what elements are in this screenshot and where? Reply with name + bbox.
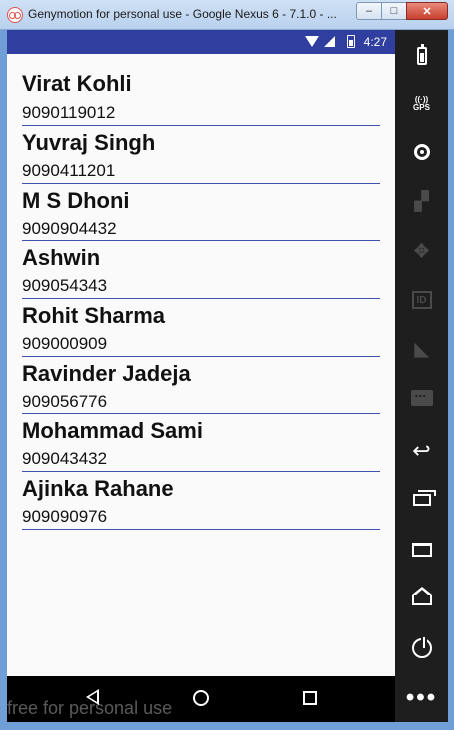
contact-phone: 9090904432 [22, 218, 117, 238]
android-status-bar: 4:27 [7, 30, 395, 54]
contact-phone: 909043432 [22, 449, 108, 469]
recent-apps-button[interactable] [395, 480, 448, 520]
close-button[interactable]: ✕ [406, 2, 448, 20]
capture-widget-button[interactable]: ▞ [395, 181, 448, 221]
contact-list[interactable]: Virat Kohli 9090119012 Yuvraj Singh 9090… [7, 54, 395, 676]
more-icon: ••• [405, 684, 438, 711]
cast-icon: ◣ [414, 338, 429, 359]
sms-widget-button[interactable] [395, 378, 448, 418]
camera-widget-button[interactable] [395, 132, 448, 172]
window-controls: – □ ✕ [356, 2, 448, 22]
contact-phone: 9090411201 [22, 161, 116, 180]
identifier-widget-button[interactable]: ID [395, 280, 448, 320]
contact-name: Rohit Sharma [22, 303, 166, 329]
battery-icon [347, 35, 355, 48]
list-item[interactable]: Ajinka Rahane 909090976 [22, 472, 380, 530]
list-item[interactable]: Ravinder Jadeja 909056776 [22, 357, 380, 415]
maximize-button[interactable]: □ [381, 2, 407, 20]
gps-widget-button[interactable]: ((·)) GPS [395, 84, 448, 124]
identifier-icon: ID [411, 291, 432, 309]
back-button[interactable]: ↩ [395, 431, 448, 471]
contact-name: Yuvraj Singh [22, 130, 156, 155]
contact-name: Ravinder Jadeja [22, 360, 191, 386]
home-icon [411, 587, 432, 605]
contact-phone: 909054343 [22, 276, 108, 296]
battery-icon [416, 44, 427, 65]
minimize-button[interactable]: – [356, 2, 382, 20]
list-item[interactable]: Ashwin 909054343 [22, 241, 380, 300]
contact-phone: 9090119012 [22, 103, 116, 122]
contact-phone: 909000909 [22, 334, 108, 354]
recent-apps-icon [412, 490, 436, 506]
status-time: 4:27 [363, 35, 387, 49]
window-title: Genymotion for personal use - Google Nex… [28, 7, 337, 21]
contact-name: Ashwin [22, 245, 101, 271]
cast-widget-button[interactable]: ◣ [395, 329, 448, 369]
genymotion-logo-icon [7, 7, 23, 23]
contact-phone: 909090976 [22, 507, 108, 527]
back-icon: ↩ [412, 438, 431, 463]
list-item[interactable]: Yuvraj Singh 9090411201 [22, 126, 380, 184]
list-item[interactable]: Rohit Sharma 909000909 [22, 299, 380, 357]
signal-icon [324, 36, 335, 47]
contact-name: M S Dhoni [22, 187, 130, 213]
sms-icon [410, 384, 433, 406]
camera-icon [413, 144, 430, 160]
recent-apps-icon[interactable] [303, 691, 317, 705]
menu-icon [411, 543, 432, 557]
menu-button[interactable] [395, 530, 448, 570]
dpad-icon: ✥ [413, 240, 430, 261]
list-item[interactable]: M S Dhoni 9090904432 [22, 184, 380, 242]
android-nav-bar: free for personal use [7, 676, 395, 722]
window-title-bar[interactable]: Genymotion for personal use - Google Nex… [0, 0, 454, 30]
watermark: free for personal use [7, 698, 173, 718]
contact-phone: 909056776 [22, 391, 108, 411]
more-button[interactable]: ••• [395, 678, 448, 718]
home-button[interactable] [395, 580, 448, 620]
power-icon [411, 635, 432, 658]
dpad-widget-button[interactable]: ✥ [395, 231, 448, 271]
list-item[interactable]: Mohammad Sami 909043432 [22, 414, 380, 473]
home-icon[interactable] [193, 690, 209, 706]
contact-name: Mohammad Sami [22, 418, 203, 444]
window-frame-bottom [0, 722, 454, 730]
gps-icon: ((·)) GPS [413, 95, 430, 112]
battery-widget-button[interactable] [395, 36, 448, 76]
list-item[interactable]: Virat Kohli 9090119012 [22, 54, 380, 126]
emulator-toolbar: ((·))GPS ▞ ✥ ID ◣ ↩ ••• [395, 30, 448, 722]
power-button[interactable] [395, 628, 448, 668]
wifi-icon [305, 36, 319, 47]
contact-name: Ajinka Rahane [22, 476, 174, 502]
contact-name: Virat Kohli [22, 71, 132, 96]
capture-icon: ▞ [414, 190, 429, 211]
